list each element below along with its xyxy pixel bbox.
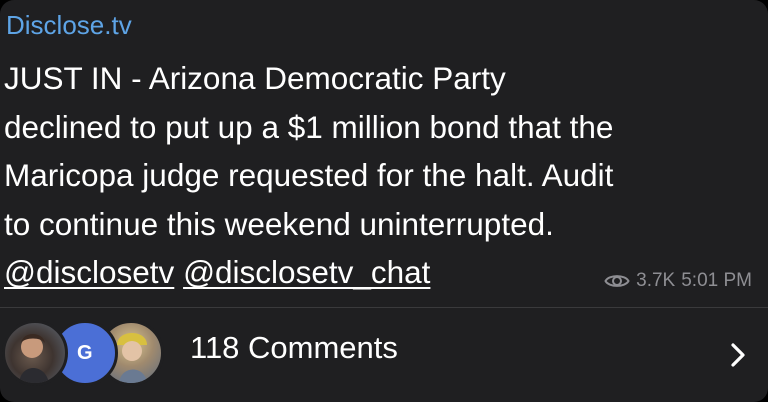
message-card: Disclose.tv JUST IN - Arizona Democratic… xyxy=(0,0,768,402)
message-line: to continue this weekend uninterrupted. xyxy=(4,205,554,242)
message-text: JUST IN - Arizona Democratic Party decli… xyxy=(4,54,764,248)
view-count: 3.7K xyxy=(636,270,676,291)
eye-icon xyxy=(604,272,630,290)
handle-link-disclosetv[interactable]: @disclosetv xyxy=(4,254,174,290)
channel-name[interactable]: Disclose.tv xyxy=(6,10,132,41)
message-line: declined to put up a $1 million bond tha… xyxy=(4,108,614,145)
handle-link-disclosetv-chat[interactable]: @disclosetv_chat xyxy=(183,254,430,290)
message-line: Maricopa judge requested for the halt. A… xyxy=(4,157,614,193)
avatar-initial: G xyxy=(77,341,93,364)
message-time: 5:01 PM xyxy=(681,270,752,291)
message-line: JUST IN - Arizona Democratic Party xyxy=(4,60,506,96)
handles-line: @disclosetv @disclosetv_chat xyxy=(4,248,430,296)
comments-row[interactable]: G 118 Comments xyxy=(0,308,768,402)
comments-count-label[interactable]: 118 Comments xyxy=(190,330,398,366)
avatar xyxy=(2,320,68,386)
chevron-right-icon[interactable] xyxy=(730,342,746,373)
message-meta: 3.7K 5:01 PM xyxy=(604,270,752,292)
